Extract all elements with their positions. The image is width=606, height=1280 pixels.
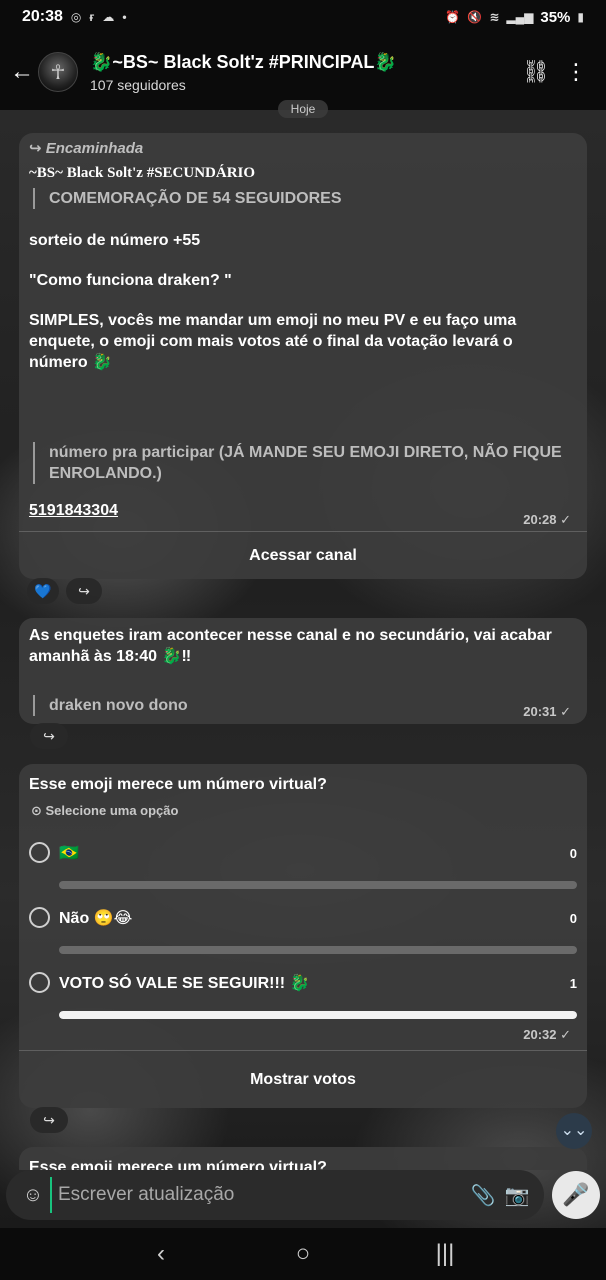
poll-hint: ⊙ Selecione uma opção — [31, 803, 178, 819]
channel-title: 🐉~BS~ Black Solt'z #PRINCIPAL🐉 — [90, 51, 397, 72]
battery-level: 35% — [540, 8, 571, 26]
message-text: As enquetes iram acontecer nesse canal e… — [29, 627, 552, 665]
share-button[interactable]: ↪ — [30, 723, 68, 749]
radio-button[interactable] — [29, 907, 50, 928]
message-time: 20:32 ✓ — [523, 1027, 571, 1042]
signal-icon: ▂▄▆ — [506, 10, 534, 24]
share-button[interactable]: ↪ — [66, 578, 102, 604]
dragon-emoji: 🐉 — [92, 354, 113, 371]
poll-option[interactable]: VOTO SÓ VALE SE SEGUIR!!! 🐉 1 — [29, 972, 577, 1022]
poll-question: Esse emoji merece um número virtual? — [29, 1159, 327, 1170]
poll-option-bar — [59, 881, 577, 889]
composer-bar: ☺ 📎 📷 — [6, 1170, 544, 1220]
system-nav-bar: ‹ ○ ||| — [0, 1228, 606, 1280]
nav-back-icon[interactable]: ‹ — [141, 1240, 181, 1268]
alarm-icon: ⏰ — [445, 10, 461, 24]
attach-icon[interactable]: 📎 — [466, 1183, 500, 1208]
sticker-icon[interactable]: ☺ — [16, 1184, 50, 1207]
poll-bubble: Esse emoji merece um número virtual? ⊙ S… — [19, 764, 587, 1108]
poll-hint-text: Selecione uma opção — [45, 803, 179, 818]
f-icon: ғ — [89, 10, 95, 24]
check-circle-icon: ⊙ — [31, 803, 46, 818]
channel-header: ← ☥ 🐉~BS~ Black Solt'z #PRINCIPAL🐉 107 s… — [0, 34, 606, 110]
camera-icon[interactable]: 📷 — [500, 1183, 534, 1208]
mute-icon: 🔇 — [467, 10, 483, 24]
channel-followers: 107 seguidores — [90, 76, 186, 93]
phone-link[interactable]: 5191843304 — [29, 502, 118, 520]
show-votes-button[interactable]: Mostrar votos — [19, 1050, 587, 1108]
poll-option-bar — [59, 946, 577, 954]
poll-option-bar — [59, 1011, 577, 1019]
message-bubble-partial: Esse emoji merece um número virtual? — [19, 1147, 587, 1170]
channel-avatar[interactable]: ☥ — [38, 52, 78, 92]
more-options-icon[interactable]: ⋮ — [556, 59, 596, 85]
share-button[interactable]: ↪ — [30, 1107, 68, 1133]
chevron-double-down-icon: ⌄⌄ — [560, 1122, 588, 1139]
poll-option-label: Não 🙄😂 — [59, 910, 133, 927]
scroll-down-button[interactable]: ⌄⌄ — [556, 1113, 592, 1149]
quote-block: draken novo dono — [33, 695, 188, 716]
mic-icon: 🎤 — [562, 1182, 590, 1207]
dot-icon: • — [122, 10, 127, 24]
date-chip: Hoje — [278, 100, 328, 118]
back-arrow-icon[interactable]: ← — [10, 58, 34, 86]
reaction-chip[interactable]: 💙 — [27, 578, 59, 604]
whatsapp-icon: ◎ — [70, 10, 82, 24]
battery-icon: ▮ — [577, 10, 584, 24]
channel-title-block[interactable]: 🐉~BS~ Black Solt'z #PRINCIPAL🐉 107 segui… — [90, 52, 516, 93]
poll-option[interactable]: Não 🙄😂 0 — [29, 907, 577, 957]
poll-option-fill — [59, 1011, 577, 1019]
poll-option-label: 🇧🇷 — [59, 845, 79, 862]
poll-option-count: 1 — [569, 976, 577, 991]
poll-option-label: VOTO SÓ VALE SE SEGUIR!!! 🐉 — [59, 975, 310, 992]
message-time: 20:28 ✓ — [523, 512, 571, 527]
link-icon[interactable]: ⛓ — [516, 59, 556, 85]
access-channel-button[interactable]: Acessar canal — [19, 531, 587, 579]
mic-button[interactable]: 🎤 — [552, 1171, 600, 1219]
nav-home-icon[interactable]: ○ — [283, 1240, 323, 1268]
status-time: 20:38 — [22, 8, 63, 25]
wifi-icon: ≋ — [489, 10, 500, 24]
forwarded-header: ↪ Encaminhada — [29, 139, 143, 158]
quote-block: COMEMORAÇÃO DE 54 SEGUIDORES — [33, 188, 573, 209]
message-line: sorteio de número +55 — [29, 232, 201, 249]
radio-button[interactable] — [29, 842, 50, 863]
quote-block: número pra participar (JÁ MANDE SEU EMOJ… — [33, 442, 573, 484]
message-paragraph: SIMPLES, vocês me mandar um emoji no meu… — [29, 310, 573, 373]
poll-question: Esse emoji merece um número virtual? — [29, 776, 327, 793]
poll-option[interactable]: 🇧🇷 0 — [29, 842, 577, 892]
message-line: "Como funciona draken? " — [29, 272, 232, 289]
forwarded-message-bubble: ↪ Encaminhada ~BS~ Black Solt'z #SECUNDÁ… — [19, 133, 587, 579]
message-input[interactable] — [50, 1177, 466, 1213]
forwarded-label: Encaminhada — [45, 140, 144, 157]
poll-option-count: 0 — [569, 911, 577, 926]
message-bubble: As enquetes iram acontecer nesse canal e… — [19, 618, 587, 724]
forwarded-source[interactable]: ~BS~ Black Solt'z #SECUNDÁRIO — [29, 165, 255, 182]
radio-button[interactable] — [29, 972, 50, 993]
cloud-icon: ☁ — [102, 10, 115, 24]
forward-icon: ↪ — [29, 140, 46, 157]
message-time: 20:31 ✓ — [523, 704, 571, 719]
status-bar: 20:38 ◎ ғ ☁ • ⏰ 🔇 ≋ ▂▄▆ 35% ▮ — [0, 0, 606, 34]
nav-recents-icon[interactable]: ||| — [425, 1240, 465, 1268]
poll-option-count: 0 — [569, 846, 577, 861]
